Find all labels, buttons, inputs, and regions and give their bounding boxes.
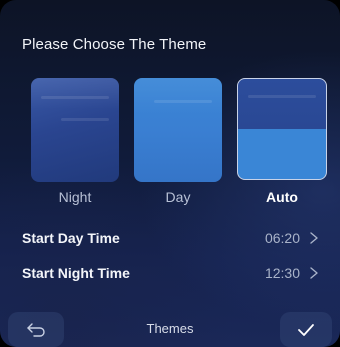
theme-label-auto: Auto bbox=[266, 189, 298, 205]
start-day-time-row[interactable]: Start Day Time 06:20 bbox=[22, 225, 322, 253]
start-day-time-label: Start Day Time bbox=[22, 230, 120, 246]
chevron-right-icon bbox=[310, 232, 318, 244]
checkmark-icon bbox=[298, 323, 314, 336]
start-night-time-value: 12:30 bbox=[264, 265, 300, 281]
theme-settings-screen: Please Choose The Theme Night Day Auto S… bbox=[0, 0, 340, 347]
theme-label-night: Night bbox=[58, 189, 92, 205]
theme-label-day: Day bbox=[165, 189, 191, 205]
page-title: Please Choose The Theme bbox=[22, 36, 207, 53]
confirm-button[interactable] bbox=[280, 312, 332, 347]
theme-option-day[interactable] bbox=[134, 78, 222, 182]
start-night-time-row[interactable]: Start Night Time 12:30 bbox=[22, 260, 322, 288]
night-sky-streak bbox=[61, 118, 109, 121]
theme-option-night[interactable] bbox=[31, 78, 119, 182]
start-day-time-value: 06:20 bbox=[264, 230, 300, 246]
auto-sky-streak bbox=[248, 95, 316, 98]
theme-option-auto[interactable] bbox=[237, 78, 327, 180]
chevron-right-icon bbox=[310, 267, 318, 279]
day-sky-streak bbox=[154, 100, 212, 103]
night-sky-streak bbox=[41, 96, 109, 99]
start-night-time-label: Start Night Time bbox=[22, 265, 130, 281]
